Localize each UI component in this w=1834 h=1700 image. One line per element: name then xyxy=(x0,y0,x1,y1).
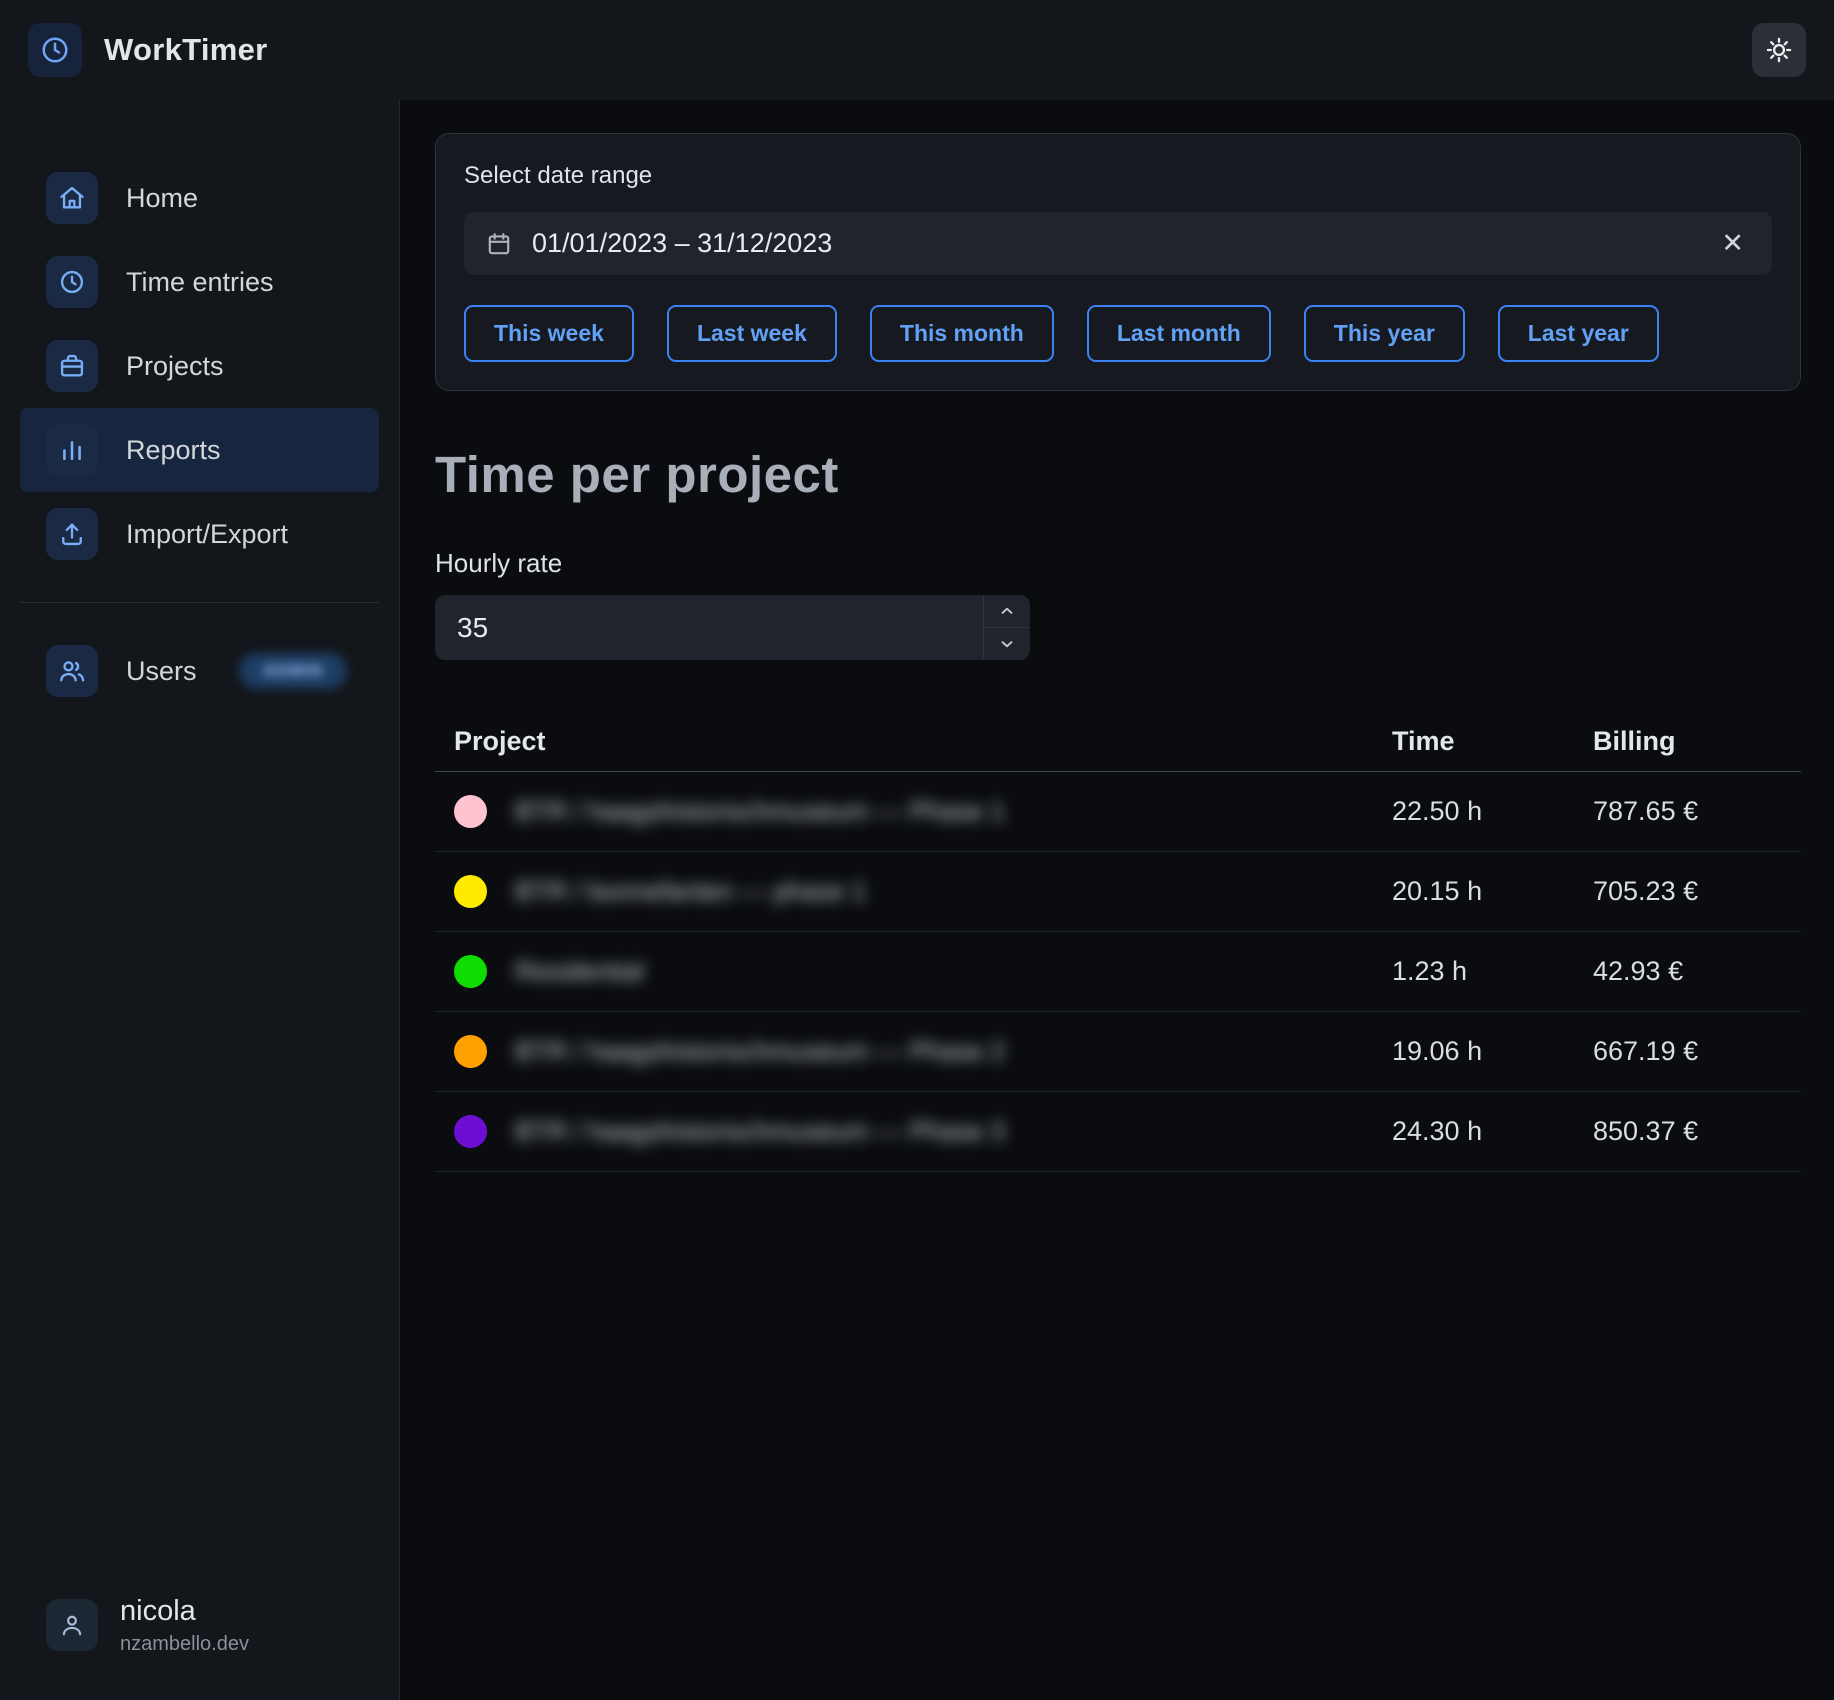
admin-badge: ADMIN xyxy=(239,653,348,689)
app-root: WorkTimer Home Time entries xyxy=(0,0,1834,1700)
sidebar-item-home[interactable]: Home xyxy=(20,156,379,240)
main-content: Select date range 01/01/2023 – 31/12/202… xyxy=(400,100,1834,1700)
preset-last-year-button[interactable]: Last year xyxy=(1498,305,1659,362)
sidebar: Home Time entries Projects xyxy=(0,100,400,1700)
project-cell: BTR / haagshistorischmuseum — Phase 3 xyxy=(435,1115,1392,1148)
project-color-dot xyxy=(454,1115,487,1148)
preset-last-week-button[interactable]: Last week xyxy=(667,305,837,362)
hourly-rate-label: Hourly rate xyxy=(435,548,1801,579)
app-logo-clock-icon xyxy=(28,23,82,77)
project-cell: Residential xyxy=(435,955,1392,988)
sidebar-item-time-entries[interactable]: Time entries xyxy=(20,240,379,324)
date-range-card: Select date range 01/01/2023 – 31/12/202… xyxy=(435,133,1801,391)
table-row: BTR / bonnefanten — phase 1 20.15 h 705.… xyxy=(435,852,1801,932)
table-row: BTR / haagshistorischmuseum — Phase 3 24… xyxy=(435,1092,1801,1172)
project-name: BTR / bonnefanten — phase 1 xyxy=(515,876,866,907)
profile-name: nicola xyxy=(120,1594,249,1629)
project-name: Residential xyxy=(515,956,644,987)
project-cell: BTR / haagshistorischmuseum — Phase 2 xyxy=(435,1035,1392,1068)
time-cell: 24.30 h xyxy=(1392,1116,1593,1147)
table-row: BTR / haagshistorischmuseum — Phase 1 22… xyxy=(435,772,1801,852)
sidebar-nav: Home Time entries Projects xyxy=(0,156,399,576)
hourly-rate-input[interactable] xyxy=(435,595,983,660)
project-color-dot xyxy=(454,955,487,988)
stepper-down-button chevron-down-icon[interactable] xyxy=(984,627,1030,660)
preset-this-month-button[interactable]: This month xyxy=(870,305,1054,362)
sidebar-divider xyxy=(20,602,379,603)
billing-cell: 850.37 € xyxy=(1593,1116,1801,1147)
project-name: BTR / haagshistorischmuseum — Phase 3 xyxy=(515,1116,1005,1147)
project-name: BTR / haagshistorischmuseum — Phase 1 xyxy=(515,796,1005,827)
sidebar-item-label: Users xyxy=(126,656,197,687)
date-range-input[interactable]: 01/01/2023 – 31/12/2023 ✕ xyxy=(464,212,1772,275)
body-row: Home Time entries Projects xyxy=(0,100,1834,1700)
billing-cell: 787.65 € xyxy=(1593,796,1801,827)
preset-last-month-button[interactable]: Last month xyxy=(1087,305,1271,362)
sidebar-item-label: Reports xyxy=(126,435,221,466)
user-profile[interactable]: nicola nzambello.dev xyxy=(0,1594,399,1656)
page-title: Time per project xyxy=(435,445,1801,504)
person-icon avatar xyxy=(46,1599,98,1651)
sidebar-item-projects[interactable]: Projects xyxy=(20,324,379,408)
project-color-dot xyxy=(454,795,487,828)
column-header-project: Project xyxy=(435,726,1392,757)
briefcase-icon xyxy=(46,340,98,392)
users-icon xyxy=(46,645,98,697)
profile-domain: nzambello.dev xyxy=(120,1633,249,1656)
column-header-billing: Billing xyxy=(1593,726,1801,757)
project-name: BTR / haagshistorischmuseum — Phase 2 xyxy=(515,1036,1005,1067)
header: WorkTimer xyxy=(0,0,1834,100)
time-cell: 22.50 h xyxy=(1392,796,1593,827)
hourly-rate-field xyxy=(435,595,1030,660)
project-color-dot xyxy=(454,875,487,908)
clock-icon xyxy=(46,256,98,308)
table-row: BTR / haagshistorischmuseum — Phase 2 19… xyxy=(435,1012,1801,1092)
project-color-dot xyxy=(454,1035,487,1068)
theme-toggle-button sun-icon[interactable] xyxy=(1752,23,1806,77)
table-header-row: Project Time Billing xyxy=(435,711,1801,772)
sidebar-item-label: Home xyxy=(126,183,198,214)
date-range-value: 01/01/2023 – 31/12/2023 xyxy=(532,228,832,259)
billing-cell: 705.23 € xyxy=(1593,876,1801,907)
stepper-up-button chevron-up-icon[interactable] xyxy=(984,595,1030,627)
billing-cell: 667.19 € xyxy=(1593,1036,1801,1067)
time-per-project-table: Project Time Billing BTR / haagshistoris… xyxy=(435,711,1801,1172)
sidebar-item-label: Import/Export xyxy=(126,519,288,550)
project-cell: BTR / haagshistorischmuseum — Phase 1 xyxy=(435,795,1392,828)
project-cell: BTR / bonnefanten — phase 1 xyxy=(435,875,1392,908)
preset-this-week-button[interactable]: This week xyxy=(464,305,634,362)
upload-icon xyxy=(46,508,98,560)
sidebar-item-label: Time entries xyxy=(126,267,274,298)
brand: WorkTimer xyxy=(28,23,268,77)
clear-date-button close-icon[interactable]: ✕ xyxy=(1715,224,1750,263)
profile-text: nicola nzambello.dev xyxy=(120,1594,249,1656)
app-title: WorkTimer xyxy=(104,32,268,68)
column-header-time: Time xyxy=(1392,726,1593,757)
sidebar-item-label: Projects xyxy=(126,351,224,382)
time-cell: 1.23 h xyxy=(1392,956,1593,987)
bar-chart-icon xyxy=(46,424,98,476)
sidebar-item-users[interactable]: Users ADMIN xyxy=(20,629,379,713)
preset-this-year-button[interactable]: This year xyxy=(1304,305,1465,362)
number-stepper xyxy=(983,595,1030,660)
date-preset-buttons: This week Last week This month Last mont… xyxy=(464,305,1772,362)
calendar-icon xyxy=(486,231,512,257)
sidebar-item-reports[interactable]: Reports xyxy=(20,408,379,492)
table-row: Residential 1.23 h 42.93 € xyxy=(435,932,1801,1012)
billing-cell: 42.93 € xyxy=(1593,956,1801,987)
home-icon xyxy=(46,172,98,224)
sidebar-item-import-export[interactable]: Import/Export xyxy=(20,492,379,576)
time-cell: 19.06 h xyxy=(1392,1036,1593,1067)
time-cell: 20.15 h xyxy=(1392,876,1593,907)
date-range-title: Select date range xyxy=(464,162,1772,190)
